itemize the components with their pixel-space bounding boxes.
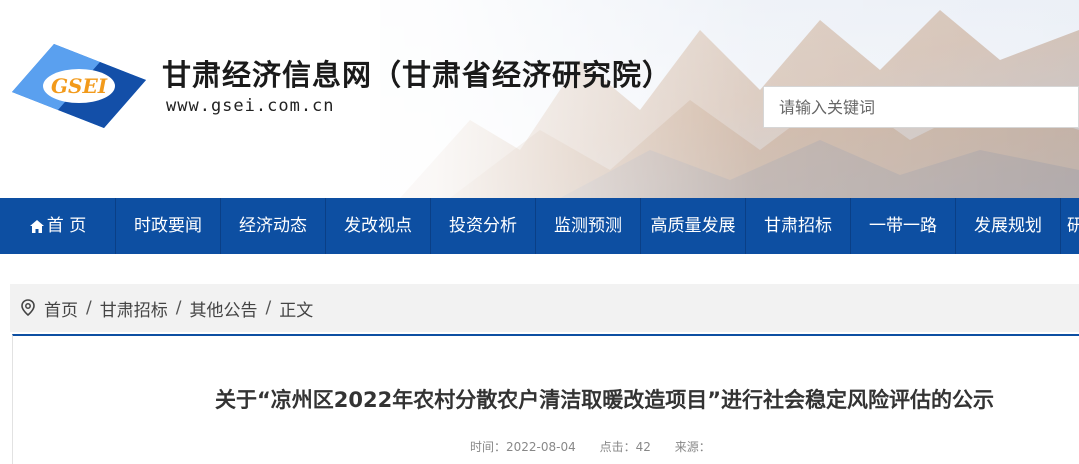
article-meta: 时间：2022-08-04 点击：42 来源： [470, 438, 731, 455]
gsei-logo[interactable]: GSEI [10, 42, 148, 130]
location-pin-icon [21, 299, 35, 317]
search-input[interactable] [764, 87, 1078, 127]
main-nav: 首 页 时政要闻 经济动态 发改视点 投资分析 监测预测 高质量发展 甘肃招标 … [0, 198, 1079, 254]
nav-item-quality-development[interactable]: 高质量发展 [641, 198, 746, 254]
click-count: 点击：42 [599, 440, 651, 454]
breadcrumb-gansu-tender[interactable]: 甘肃招标 [100, 296, 168, 321]
publish-time: 时间：2022-08-04 [470, 440, 576, 454]
nav-item-label: 首 页 [46, 216, 87, 236]
nav-item-politics[interactable]: 时政要闻 [116, 198, 221, 254]
nav-item-research[interactable]: 研 [1061, 198, 1079, 254]
breadcrumb-home[interactable]: 首页 [44, 296, 78, 321]
site-header: GSEI 甘肃经济信息网（甘肃省经济研究院） www.gsei.com.cn [0, 0, 1079, 198]
nav-item-belt-road[interactable]: 一带一路 [851, 198, 956, 254]
nav-item-economy[interactable]: 经济动态 [221, 198, 326, 254]
search-box[interactable] [763, 86, 1079, 128]
breadcrumb-separator: / [86, 298, 92, 318]
article-title: 关于“凉州区2022年农村分散农户清洁取暖改造项目”进行社会稳定风险评估的公示 [214, 388, 995, 412]
breadcrumb-separator: / [175, 298, 182, 318]
breadcrumb-other-notices[interactable]: 其他公告 [189, 296, 257, 321]
site-url: www.gsei.com.cn [166, 96, 335, 116]
nav-item-forecast[interactable]: 监测预测 [536, 198, 641, 254]
nav-item-investment[interactable]: 投资分析 [431, 198, 536, 254]
article-source: 来源： [674, 440, 711, 454]
site-title: 甘肃经济信息网（甘肃省经济研究院） [162, 58, 673, 92]
nav-item-reform-view[interactable]: 发改视点 [326, 198, 431, 254]
nav-item-home[interactable]: 首 页 [0, 198, 116, 254]
logo-text: GSEI [51, 74, 108, 98]
breadcrumb-current: 正文 [279, 300, 314, 321]
breadcrumb-separator: / [265, 298, 272, 318]
breadcrumb: 首页 / 甘肃招标 / 其他公告 / 正文 [10, 284, 1079, 332]
nav-item-gansu-tender[interactable]: 甘肃招标 [746, 198, 851, 254]
home-icon [29, 219, 44, 233]
nav-item-planning[interactable]: 发展规划 [956, 198, 1061, 254]
